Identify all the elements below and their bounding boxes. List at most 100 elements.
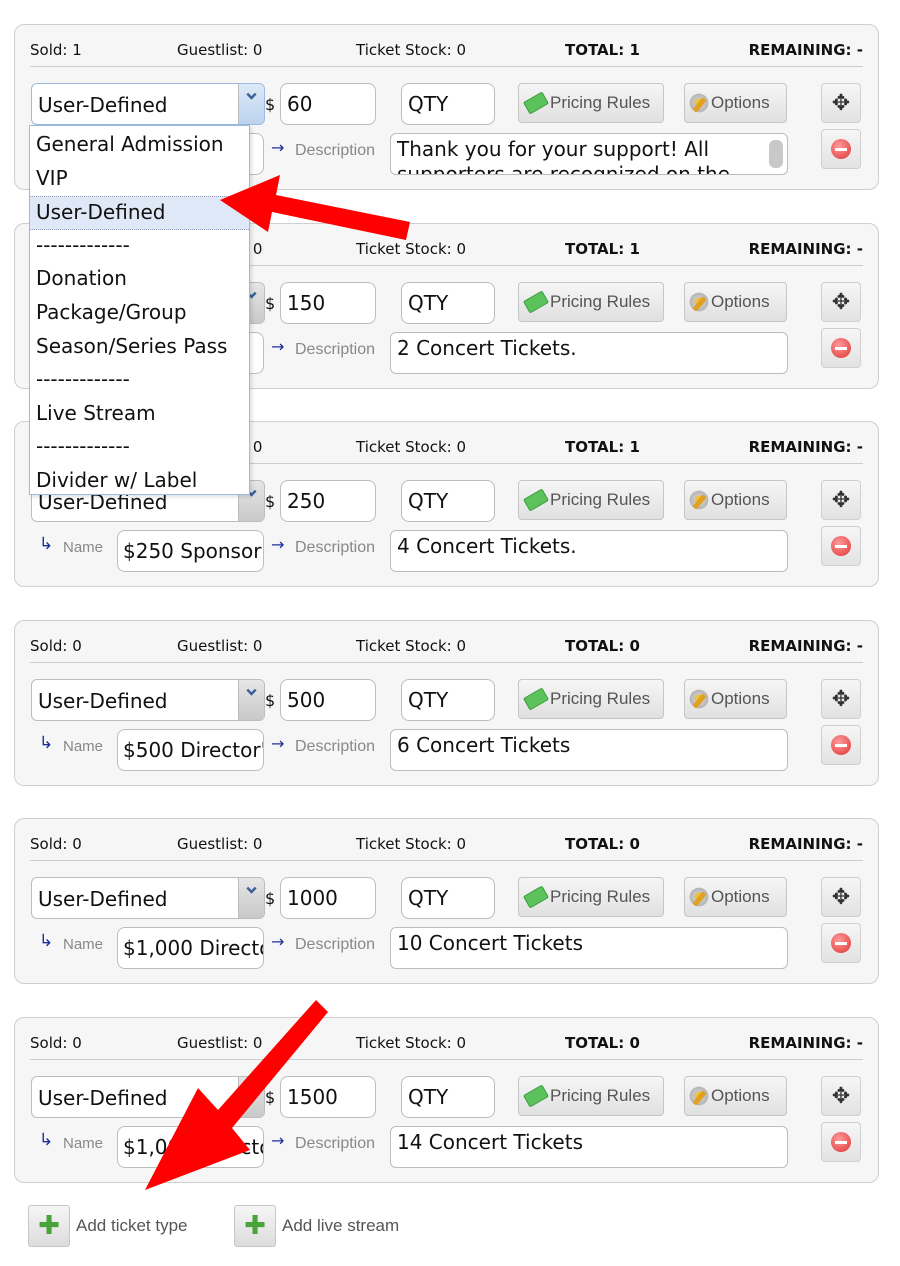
description-input[interactable]: 2 Concert Tickets. [390,332,788,374]
qty-input[interactable]: QTY [401,282,495,324]
name-input[interactable]: $1,000 Directo [117,1126,264,1168]
select-arrow[interactable] [238,680,264,720]
ticket-type-select[interactable]: User-Defined [31,877,265,919]
options-label: Options [711,93,770,112]
dropdown-option[interactable]: ------------- [30,431,249,465]
move-handle[interactable]: ✥ [821,877,861,917]
options-label: Options [711,887,770,906]
remove-ticket-button[interactable] [821,129,861,169]
ticket-type-dropdown: General Admission VIP User-Defined --------… [29,125,250,495]
qty-input[interactable]: QTY [401,679,495,721]
ticket-type-value: User-Defined [38,1086,168,1110]
dropdown-option[interactable]: ------------- [30,364,249,398]
currency-symbol: $ [265,1088,276,1107]
move-handle[interactable]: ✥ [821,679,861,719]
remove-ticket-button[interactable] [821,923,861,963]
dropdown-option[interactable]: General Admission [30,129,249,163]
total-count: TOTAL: 0 [565,835,640,853]
ticket-type-card: Sold: 0 Guestlist: 0 Ticket Stock: 0 TOT… [14,620,879,786]
name-label: Name [63,1135,104,1152]
pricing-rules-button[interactable]: Pricing Rules [518,282,664,322]
remove-ticket-button[interactable] [821,1122,861,1162]
dropdown-option[interactable]: ------------- [30,230,249,264]
ticket-stats-row: Sold: 0 Guestlist: 0 Ticket Stock: 0 TOT… [30,833,863,861]
price-input[interactable]: 250 [280,480,376,522]
qty-input[interactable]: QTY [401,877,495,919]
options-button[interactable]: Options [684,282,787,322]
move-handle[interactable]: ✥ [821,83,861,123]
price-input[interactable]: 150 [280,282,376,324]
add-ticket-type-button[interactable]: ✚ Add ticket type [28,1205,188,1247]
plus-icon: ✚ [28,1205,70,1247]
move-handle[interactable]: ✥ [821,282,861,322]
pricing-rules-label: Pricing Rules [550,490,651,509]
add-live-stream-button[interactable]: ✚ Add live stream [234,1205,399,1247]
total-count: TOTAL: 1 [565,41,640,59]
pricing-rules-button[interactable]: Pricing Rules [518,679,664,719]
description-input[interactable]: 6 Concert Tickets [390,729,788,771]
options-label: Options [711,490,770,509]
options-button[interactable]: Options [684,877,787,917]
price-input[interactable]: 1000 [280,877,376,919]
guestlist-count: Guestlist: 0 [177,835,263,853]
currency-symbol: $ [265,492,276,511]
pricing-rules-label: Pricing Rules [550,93,651,112]
sold-count: Sold: 0 [30,835,82,853]
remove-ticket-button[interactable] [821,725,861,765]
price-input[interactable]: 60 [280,83,376,125]
select-arrow[interactable] [238,84,264,124]
remove-icon [831,536,851,556]
dropdown-option[interactable]: User-Defined [30,196,249,230]
ticket-type-card: Sold: 0 Guestlist: 0 Ticket Stock: 0 TOT… [14,818,879,984]
pricing-rules-button[interactable]: Pricing Rules [518,1076,664,1116]
move-handle[interactable]: ✥ [821,480,861,520]
name-input[interactable]: $250 Sponsor [117,530,264,572]
dropdown-option[interactable]: Live Stream [30,398,249,432]
gear-pencil-icon [689,689,709,709]
scrollbar[interactable] [769,140,783,168]
qty-input[interactable]: QTY [401,480,495,522]
ticket-stock-count: Ticket Stock: 0 [356,637,467,655]
select-arrow[interactable] [238,1077,264,1117]
description-input[interactable]: 14 Concert Tickets [390,1126,788,1168]
remove-icon [831,139,851,159]
dropdown-option[interactable]: Donation [30,263,249,297]
ticket-stock-count: Ticket Stock: 0 [356,41,467,59]
ticket-type-select[interactable]: User-Defined [31,83,265,125]
description-input[interactable]: 4 Concert Tickets. [390,530,788,572]
ticket-type-select[interactable]: User-Defined [31,1076,265,1118]
ticket-stats-row: Sold: 0 Guestlist: 0 Ticket Stock: 0 TOT… [30,1032,863,1060]
remove-ticket-button[interactable] [821,328,861,368]
add-ticket-type-label: Add ticket type [76,1216,188,1235]
name-input[interactable]: $500 Director's [117,729,264,771]
options-button[interactable]: Options [684,83,787,123]
move-handle[interactable]: ✥ [821,1076,861,1116]
remove-ticket-button[interactable] [821,526,861,566]
move-icon: ✥ [831,289,851,315]
description-input[interactable]: 10 Concert Tickets [390,927,788,969]
qty-input[interactable]: QTY [401,1076,495,1118]
name-input[interactable]: $1,000 Directo [117,927,264,969]
description-label: Description [295,341,376,358]
name-label: Name [63,539,104,556]
remove-icon [831,1132,851,1152]
dropdown-option[interactable]: Season/Series Pass [30,331,249,365]
dropdown-option[interactable]: Package/Group [30,297,249,331]
options-button[interactable]: Options [684,480,787,520]
pricing-rules-button[interactable]: Pricing Rules [518,877,664,917]
pricing-rules-button[interactable]: Pricing Rules [518,480,664,520]
options-button[interactable]: Options [684,679,787,719]
name-label: Name [63,936,104,953]
description-input[interactable]: Thank you for your support! All supporte… [390,133,788,175]
ticket-type-card: Sold: 0 Guestlist: 0 Ticket Stock: 0 TOT… [14,1017,879,1183]
select-arrow[interactable] [238,878,264,918]
description-arrow-icon: → [271,1131,285,1150]
qty-input[interactable]: QTY [401,83,495,125]
price-input[interactable]: 500 [280,679,376,721]
price-input[interactable]: 1500 [280,1076,376,1118]
options-button[interactable]: Options [684,1076,787,1116]
dropdown-option[interactable]: VIP [30,163,249,197]
pricing-rules-button[interactable]: Pricing Rules [518,83,664,123]
dropdown-option[interactable]: Divider w/ Label [30,465,249,499]
ticket-type-select[interactable]: User-Defined [31,679,265,721]
